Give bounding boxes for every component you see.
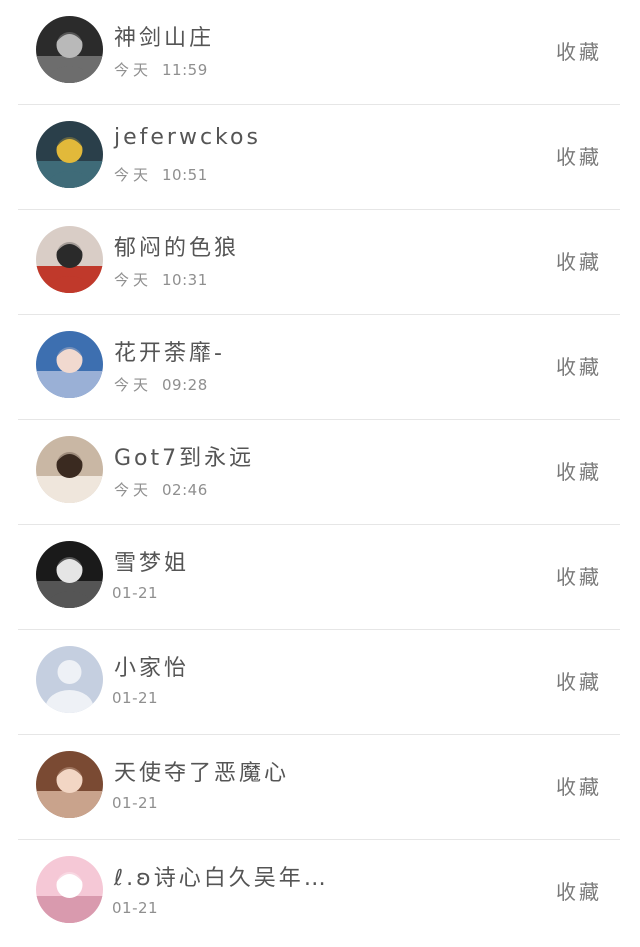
timestamp: 01-21	[112, 689, 158, 707]
list-item[interactable]: jeferwckos 今天 10:51 收藏	[0, 105, 640, 210]
timestamp-time: 01-21	[112, 794, 159, 812]
dark-figure-photo-icon[interactable]	[36, 541, 103, 608]
timestamp: 01-21	[112, 794, 158, 812]
timestamp-day: 今天	[114, 166, 153, 184]
contact-name: jeferwckos	[114, 125, 261, 150]
boy-glasses-photo-icon[interactable]	[36, 331, 103, 398]
list-item[interactable]: 神剑山庄今天 11:59 收藏	[0, 0, 640, 105]
contact-name: 雪梦姐	[114, 551, 190, 576]
collect-button[interactable]: 收藏	[556, 561, 602, 590]
timestamp-time: 01-21	[112, 899, 159, 917]
timestamp: 01-21	[112, 584, 158, 602]
contact-name: 神剑山庄	[114, 26, 215, 51]
contact-name: 小家怡	[114, 656, 190, 681]
boy-portrait-photo-icon[interactable]	[36, 751, 103, 818]
young-man-photo-icon[interactable]	[36, 436, 103, 503]
list-item[interactable]: ℓ.ʚ诗心白久吴年… 01-21 收藏	[0, 840, 640, 945]
timestamp-day: 今天	[114, 481, 153, 499]
collect-button[interactable]: 收藏	[556, 351, 602, 380]
timestamp-time: 02:46	[162, 481, 208, 499]
collect-button[interactable]: 收藏	[556, 36, 602, 65]
timestamp: 今天 09:28	[114, 374, 208, 395]
contact-name: ℓ.ʚ诗心白久吴年…	[114, 866, 329, 891]
timestamp: 今天 10:31	[114, 269, 208, 290]
girl-pink-photo-icon[interactable]	[36, 856, 103, 923]
contact-name: Got7到永远	[114, 446, 255, 471]
list-item[interactable]: 郁闷的色狼今天 10:31 收藏	[0, 210, 640, 315]
meme-photo-icon[interactable]	[36, 226, 103, 293]
contact-name: 天使夺了恶魔心	[114, 761, 290, 786]
timestamp-time: 01-21	[112, 584, 159, 602]
timestamp-day: 今天	[114, 271, 153, 289]
contact-list: 神剑山庄 今天 11:59 收藏 jeferwckos 今天 10:51 收藏 郁闷的色狼 今天 1…	[0, 0, 640, 945]
timestamp-time: 10:51	[162, 166, 208, 184]
list-item[interactable]: 小家怡 01-21 收藏	[0, 630, 640, 735]
collect-button[interactable]: 收藏	[556, 246, 602, 275]
bald-man-photo-icon[interactable]	[36, 16, 103, 83]
collect-button[interactable]: 收藏	[556, 771, 602, 800]
timestamp-time: 10:31	[162, 271, 208, 289]
timestamp-day: 今天	[114, 61, 153, 79]
timestamp-time: 01-21	[112, 689, 159, 707]
timestamp: 今天 10:51	[114, 164, 208, 185]
list-item[interactable]: 花开荼靡- 今天 09:28 收藏	[0, 315, 640, 420]
person-yellow-jacket-photo-icon[interactable]	[36, 121, 103, 188]
collect-button[interactable]: 收藏	[556, 456, 602, 485]
timestamp-day: 今天	[114, 376, 153, 394]
contact-name: 花开荼靡-	[114, 341, 225, 366]
timestamp: 今天 11:59	[114, 59, 208, 80]
contact-name: 郁闷的色狼	[114, 236, 240, 261]
list-item[interactable]: 天使夺了恶魔心 01-21 收藏	[0, 735, 640, 840]
timestamp: 今天 02:46	[114, 479, 208, 500]
timestamp: 01-21	[112, 899, 158, 917]
collect-button[interactable]: 收藏	[556, 666, 602, 695]
timestamp-time: 11:59	[162, 61, 208, 79]
list-item[interactable]: 雪梦姐 01-21 收藏	[0, 525, 640, 630]
collect-button[interactable]: 收藏	[556, 141, 602, 170]
list-item[interactable]: Got7到永远今天 02:46 收藏	[0, 420, 640, 525]
default-user-icon[interactable]	[36, 646, 103, 713]
timestamp-time: 09:28	[162, 376, 208, 394]
collect-button[interactable]: 收藏	[556, 876, 602, 905]
